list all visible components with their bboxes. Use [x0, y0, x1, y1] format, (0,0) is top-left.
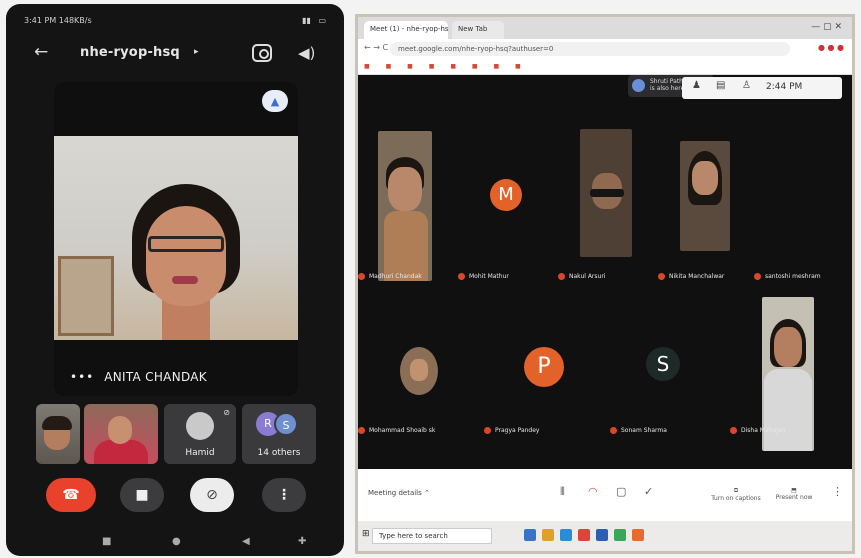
- taskbar-app-icon[interactable]: [560, 529, 572, 541]
- hand-raise-icon[interactable]: ▲: [262, 90, 288, 112]
- participant-video: [580, 129, 632, 257]
- phone-screen: 3:41 PM 148KB/s ▮▮ ▭ ← nhe-ryop-hsq ▸ ◀)…: [6, 4, 344, 556]
- speaker-name-label: ••• ANITA CHANDAK: [70, 370, 207, 384]
- window-controls[interactable]: — ▢ ✕: [811, 22, 842, 32]
- vertical-dots-icon[interactable]: ⋮: [832, 485, 843, 498]
- extensions-icon[interactable]: ● ● ●: [818, 43, 844, 52]
- avatar: [186, 412, 214, 440]
- more-options-icon[interactable]: •••: [70, 370, 94, 384]
- end-call-button[interactable]: ☎: [46, 478, 96, 512]
- address-bar-row: ← → C meet.google.com/nhe-ryop-hsq?authu…: [358, 39, 852, 59]
- mic-off-icon: ⊘: [223, 408, 230, 417]
- present-now-button[interactable]: ⬒ Present now: [772, 487, 816, 501]
- windows-start-icon[interactable]: ⊞: [362, 529, 370, 539]
- meeting-code[interactable]: nhe-ryop-hsq: [80, 45, 180, 60]
- signal-icon: ▮▮: [302, 16, 311, 25]
- activities-icon[interactable]: ♙: [742, 80, 751, 91]
- meeting-top-bar: ← nhe-ryop-hsq ▸ ◀): [6, 40, 344, 70]
- photo-collage: 3:41 PM 148KB/s ▮▮ ▭ ← nhe-ryop-hsq ▸ ◀)…: [0, 0, 861, 558]
- taskbar-app-icon[interactable]: [614, 529, 626, 541]
- laptop-screen: Meet (1) - nhe-ryop-hsq New Tab — ▢ ✕ ← …: [355, 14, 855, 554]
- avatar: M: [490, 179, 522, 211]
- taskbar-app-icon[interactable]: [596, 529, 608, 541]
- browser-tab[interactable]: New Tab: [452, 21, 504, 39]
- mic-toggle-button[interactable]: ⊘: [190, 478, 234, 512]
- participant-video: [378, 131, 432, 281]
- participant-thumb[interactable]: [84, 404, 158, 464]
- avatar: [632, 79, 645, 92]
- taskbar-app-icon[interactable]: [578, 529, 590, 541]
- bookmark-item[interactable]: [493, 63, 501, 70]
- avatar: S: [646, 347, 680, 381]
- chat-icon[interactable]: ▤: [716, 80, 725, 91]
- participant-video: [400, 347, 438, 395]
- participant-thumb-hamid[interactable]: ⊘ Hamid: [164, 404, 236, 464]
- meet-grid: Shruti Pathak is also here ♟ ▤ ♙ 2:44 PM…: [358, 75, 852, 469]
- browser-tab-strip: Meet (1) - nhe-ryop-hsq New Tab — ▢ ✕: [358, 17, 852, 39]
- bookmark-item[interactable]: [386, 63, 394, 70]
- video-camera-icon: ■: [135, 487, 149, 503]
- main-speaker-tile: ▲ ••• ANITA CHANDAK: [54, 82, 298, 396]
- hand-icon[interactable]: ✓: [644, 485, 653, 498]
- call-controls: ☎ ■ ⊘ ⋮: [46, 476, 318, 516]
- bookmark-item[interactable]: [429, 63, 437, 70]
- windows-taskbar: ⊞ Type here to search: [358, 521, 852, 551]
- chevron-right-icon[interactable]: ▸: [194, 47, 199, 57]
- switch-camera-icon[interactable]: [252, 44, 272, 62]
- meeting-top-controls: ♟ ▤ ♙ 2:44 PM: [682, 77, 842, 99]
- captions-button[interactable]: ⧉ Turn on captions: [710, 487, 762, 502]
- participant-video: [680, 141, 730, 251]
- people-icon[interactable]: ♟: [692, 80, 701, 91]
- android-nav-bar: ■ ● ◀ ✚: [6, 536, 344, 552]
- end-call-icon[interactable]: ◠: [588, 485, 598, 498]
- mic-icon[interactable]: ⦀: [560, 485, 565, 499]
- accessibility-icon[interactable]: ✚: [298, 536, 306, 547]
- participant-thumbnails: ⊘ Hamid R S 14 others: [36, 404, 320, 466]
- status-speed: 148KB/s: [58, 16, 92, 25]
- participant-thumb[interactable]: [36, 404, 80, 464]
- avatar: P: [524, 347, 564, 387]
- battery-icon: ▭: [318, 16, 326, 25]
- browser-tab[interactable]: Meet (1) - nhe-ryop-hsq: [364, 21, 448, 39]
- url-field[interactable]: meet.google.com/nhe-ryop-hsq?authuser=0: [390, 42, 790, 56]
- taskbar-search[interactable]: Type here to search: [372, 528, 492, 544]
- home-icon[interactable]: ●: [172, 536, 181, 547]
- bookmark-item[interactable]: [472, 63, 480, 70]
- speaker-video: [54, 136, 298, 340]
- others-thumb[interactable]: R S 14 others: [242, 404, 316, 464]
- back-icon[interactable]: ◀: [242, 536, 250, 547]
- speaker-portrait: [126, 184, 246, 340]
- phone-status-bar: 3:41 PM 148KB/s ▮▮ ▭: [24, 16, 326, 30]
- bookmark-item[interactable]: [515, 63, 521, 70]
- speaker-icon[interactable]: ◀): [298, 44, 315, 62]
- glasses-shape: [148, 236, 224, 252]
- window-background: [58, 256, 114, 336]
- clock: 2:44 PM: [766, 82, 803, 92]
- phone-hangup-icon: ☎: [62, 487, 80, 503]
- more-options-button[interactable]: ⋮: [262, 478, 306, 512]
- avatar: S: [274, 412, 298, 436]
- recents-icon[interactable]: ■: [102, 536, 111, 547]
- meet-bottom-bar: Meeting details ⌃ ⦀ ◠ ▢ ✓ ⧉ Turn on capti…: [358, 469, 852, 521]
- meeting-details-button[interactable]: Meeting details ⌃: [368, 489, 430, 497]
- taskbar-app-icon[interactable]: [524, 529, 536, 541]
- taskbar-app-icon[interactable]: [542, 529, 554, 541]
- mic-off-icon: ⊘: [206, 487, 218, 503]
- bookmarks-bar: [358, 59, 852, 75]
- bookmark-item[interactable]: [407, 63, 415, 70]
- nav-arrows-icon[interactable]: ← → C: [364, 43, 388, 52]
- camera-icon[interactable]: ▢: [616, 485, 626, 498]
- camera-toggle-button[interactable]: ■: [120, 478, 164, 512]
- back-arrow-icon[interactable]: ←: [34, 42, 48, 62]
- status-time: 3:41 PM: [24, 16, 57, 25]
- bookmark-item[interactable]: [450, 63, 458, 70]
- taskbar-app-icon[interactable]: [632, 529, 644, 541]
- bookmark-item[interactable]: [364, 63, 372, 70]
- vertical-dots-icon: ⋮: [277, 487, 291, 503]
